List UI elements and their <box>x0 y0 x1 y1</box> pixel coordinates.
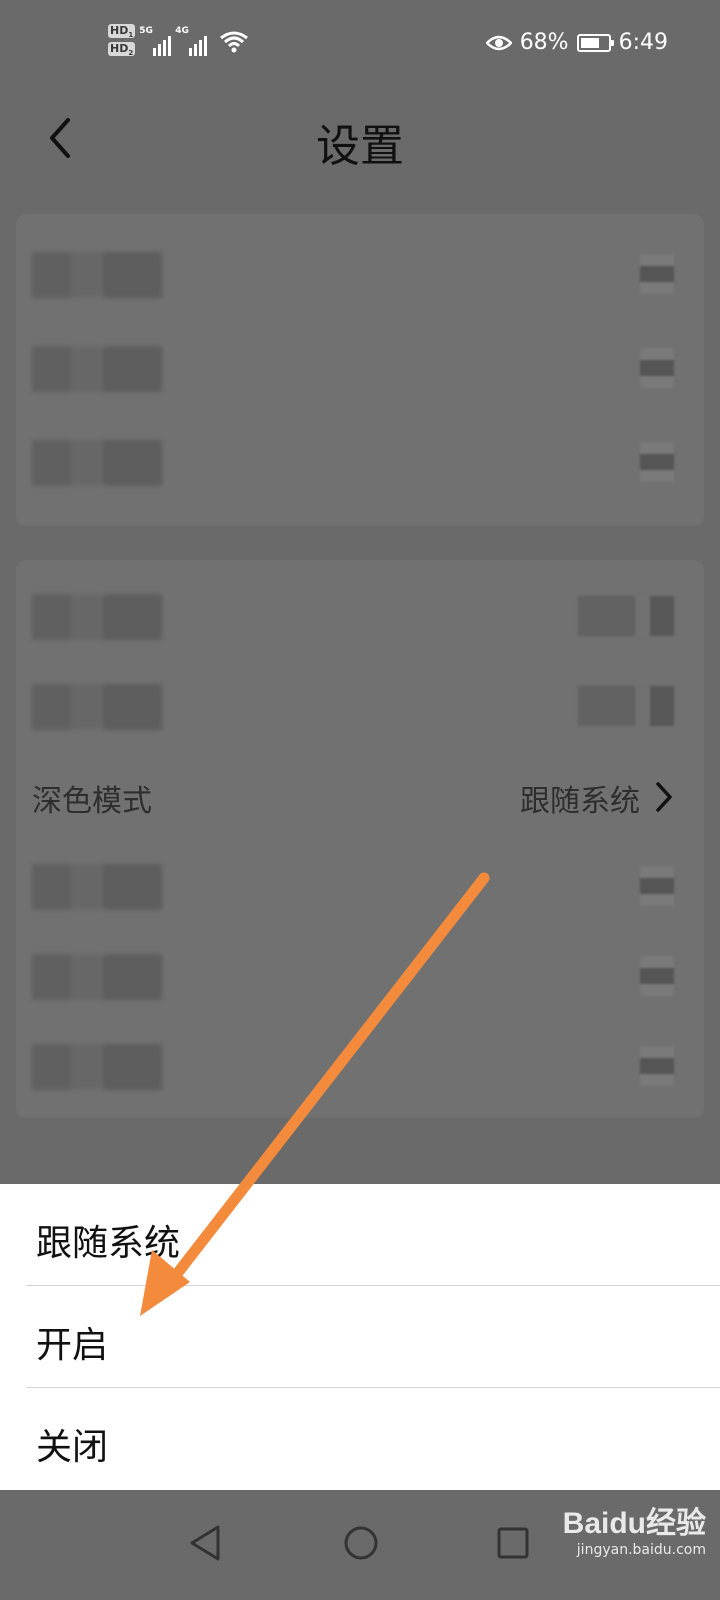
obscured-value <box>640 866 674 906</box>
obscured-label <box>32 954 162 1000</box>
obscured-label <box>32 684 162 730</box>
option-follow-system[interactable]: 跟随系统 <box>0 1184 720 1286</box>
settings-row[interactable] <box>16 1020 704 1114</box>
circle-home-icon <box>344 1526 378 1560</box>
obscured-value <box>640 442 674 482</box>
settings-row[interactable] <box>16 840 704 934</box>
dark-mode-sheet: 跟随系统 开启 关闭 <box>0 1184 720 1490</box>
status-left: HD1 HD2 5G 4G <box>108 24 249 58</box>
obscured-label <box>32 346 162 392</box>
nav-home-button[interactable] <box>326 1508 396 1578</box>
option-on[interactable]: 开启 <box>0 1286 720 1388</box>
option-label: 关闭 <box>36 1427 109 1468</box>
navigation-bar: Baidu经验 jingyan.baidu.com <box>0 1490 720 1600</box>
option-off[interactable]: 关闭 <box>0 1388 720 1490</box>
obscured-label <box>32 252 162 298</box>
chevron-right-icon <box>656 782 672 812</box>
page-title: 设置 <box>316 121 404 172</box>
obscured-value <box>578 596 674 636</box>
title-bar: 设置 <box>0 92 720 184</box>
obscured-value <box>640 956 674 996</box>
obscured-label <box>32 594 162 640</box>
square-recents-icon <box>497 1527 529 1559</box>
wifi-icon <box>220 31 249 53</box>
obscured-label <box>32 440 162 486</box>
dark-mode-value: 跟随系统 <box>520 784 640 819</box>
settings-row[interactable] <box>16 660 704 754</box>
dark-mode-label: 深色模式 <box>32 784 152 819</box>
settings-card-1 <box>16 214 704 526</box>
settings-row[interactable] <box>16 322 704 416</box>
option-label: 开启 <box>36 1325 109 1366</box>
obscured-value <box>640 1046 674 1086</box>
obscured-label <box>32 864 162 910</box>
obscured-value <box>578 686 674 726</box>
obscured-value <box>640 254 674 294</box>
status-bar: HD1 HD2 5G 4G 68% 6:49 <box>0 0 720 92</box>
battery-percent: 68% <box>519 30 569 55</box>
watermark-logo: Baidu经验 <box>562 1507 706 1540</box>
settings-row[interactable] <box>16 228 704 322</box>
settings-row[interactable] <box>16 570 704 664</box>
eye-comfort-icon <box>485 35 512 50</box>
settings-card-2: 深色模式 跟随系统 <box>16 560 704 1118</box>
hd1-badge: HD1 <box>108 24 136 40</box>
settings-row[interactable] <box>16 416 704 510</box>
settings-row[interactable] <box>16 930 704 1024</box>
clock: 6:49 <box>618 30 668 55</box>
watermark-url: jingyan.baidu.com <box>576 1542 706 1558</box>
dark-mode-row[interactable]: 深色模式 跟随系统 <box>16 750 704 844</box>
hd2-badge: HD2 <box>108 42 136 58</box>
option-label: 跟随系统 <box>36 1223 181 1264</box>
hd-indicators: HD1 HD2 <box>108 24 136 58</box>
baidu-jingyan-watermark: Baidu经验 jingyan.baidu.com <box>563 1498 706 1558</box>
obscured-label <box>32 1044 162 1090</box>
signal-4g-icon: 4G <box>175 26 208 56</box>
status-right: 68% 6:49 <box>485 30 668 55</box>
nav-back-button[interactable] <box>170 1508 240 1578</box>
triangle-back-icon <box>190 1525 220 1561</box>
obscured-value <box>640 348 674 388</box>
battery-icon <box>576 33 614 52</box>
nav-recents-button[interactable] <box>478 1508 548 1578</box>
signal-5g-icon: 5G <box>139 26 172 56</box>
